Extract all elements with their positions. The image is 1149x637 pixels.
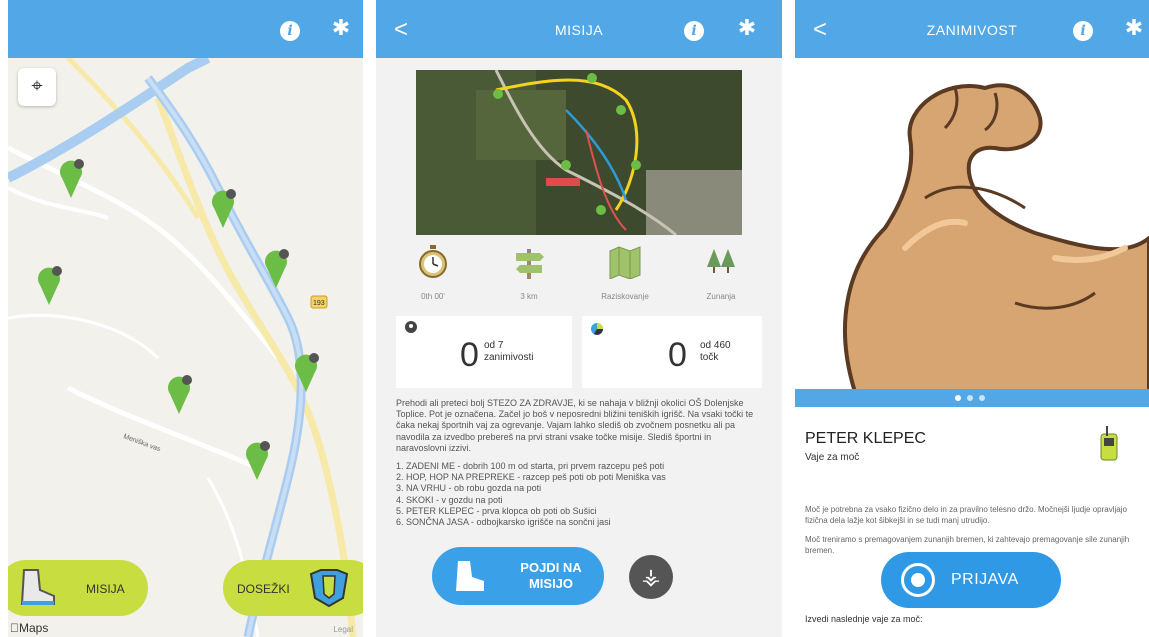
flexed-arm-icon — [843, 83, 1149, 394]
record-icon — [901, 563, 935, 597]
poi-of-line1: od 7 — [484, 340, 504, 351]
gear-icon[interactable]: ✱ — [736, 18, 758, 40]
top-bar: i ✱ — [8, 0, 363, 58]
go-to-mission-label: POJDI NA MISIJO — [520, 560, 582, 591]
map-pin[interactable] — [293, 352, 319, 392]
mission-label: MISIJA — [86, 582, 125, 596]
hiking-boot-icon — [20, 569, 55, 605]
badge-icon — [309, 569, 349, 608]
distance-label: 3 km — [520, 292, 538, 301]
duration-stat: 0th 00' — [388, 245, 478, 301]
mission-stats: 0th 00' 3 km Raziskovanje Zunanja — [376, 245, 782, 307]
map-pin[interactable] — [244, 440, 270, 480]
map-icon — [609, 246, 641, 280]
achievements-label: DOSEŽKI — [237, 582, 290, 596]
map-pin[interactable] — [58, 158, 84, 198]
location-stat: Zunanja — [676, 245, 766, 301]
signin-label: PRIJAVA — [951, 571, 1019, 588]
points-counter-card: 0 od 460 točk — [582, 316, 762, 388]
interest-screen: < ZANIMIVOST i ✱ PETER KLEPEC Vaje za mo… — [795, 0, 1149, 637]
mission-screen: < MISIJA i ✱ 0th 00' 3 km Raziskovanje Z… — [376, 0, 782, 637]
poi-icon — [405, 321, 417, 333]
interest-title: PETER KLEPEC — [805, 430, 926, 447]
points-count: 0 — [668, 336, 687, 374]
share-icon[interactable]: ⚶ — [629, 555, 673, 599]
gear-icon[interactable]: ✱ — [330, 18, 352, 40]
description-text: Prehodi ali preteci bolj STEZO ZA ZDRAVJ… — [396, 398, 754, 453]
stopwatch-icon — [419, 245, 447, 278]
checkpoint-list: 1. ZADENI ME - dobrih 100 m od starta, p… — [396, 461, 762, 528]
list-item: 3. NA VRHU - ob robu gozda na poti — [396, 483, 542, 494]
legal-link[interactable]: Legal — [333, 625, 353, 634]
maps-attribution: Maps — [10, 621, 48, 635]
signpost-icon — [516, 249, 544, 279]
mission-description: Prehodi ali preteci bolj STEZO ZA ZDRAVJ… — [396, 398, 762, 528]
list-item: 6. SONČNA JASA - odbojkarsko igrišče na … — [396, 517, 611, 528]
top-bar: < ZANIMIVOST i ✱ — [795, 0, 1149, 58]
points-of-line2: točk — [700, 352, 719, 363]
map-pin[interactable] — [210, 188, 236, 228]
poi-count: 0 — [460, 336, 479, 374]
type-stat: Raziskovanje — [580, 245, 670, 301]
poi-of-line2: zanimivosti — [484, 352, 534, 363]
description-paragraph: Moč je potrebna za vsako fizično delo in… — [805, 505, 1127, 525]
hiking-boot-icon — [456, 561, 484, 591]
list-item: 5. PETER KLEPEC - prva klopca ob poti ob… — [396, 505, 597, 516]
map-view[interactable]: Meniška vas 193 — [8, 53, 363, 637]
achievements-button[interactable]: DOSEŽKI — [223, 560, 363, 616]
crosshair-icon[interactable]: ⌖ — [18, 68, 56, 106]
audio-guide-icon[interactable] — [1093, 424, 1123, 464]
aerial-map[interactable] — [416, 70, 742, 235]
page-title: ZANIMIVOST — [926, 22, 1018, 38]
route-marker: 193 — [313, 300, 325, 307]
top-bar: < MISIJA i ✱ — [376, 0, 782, 58]
page-title: MISIJA — [554, 22, 604, 38]
list-item: 1. ZADENI ME - dobrih 100 m od starta, p… — [396, 461, 665, 472]
duration-label: 0th 00' — [421, 292, 445, 301]
location-label: Zunanja — [706, 292, 736, 301]
carousel-dot[interactable] — [955, 395, 961, 401]
go-to-mission-button[interactable]: POJDI NA MISIJO — [432, 547, 604, 605]
map-pin[interactable] — [166, 374, 192, 414]
type-label: Raziskovanje — [601, 292, 649, 301]
mission-button[interactable]: MISIJA — [8, 560, 148, 616]
distance-stat: 3 km — [484, 245, 574, 301]
map-pin[interactable] — [263, 248, 289, 288]
interest-subtitle: Vaje za moč — [805, 452, 860, 463]
signin-button[interactable]: PRIJAVA — [881, 552, 1061, 608]
poi-counter-card: 0 od 7 zanimivosti — [396, 316, 572, 388]
list-item: 4. SKOKI - v gozdu na poti — [396, 494, 503, 505]
carousel-dot[interactable] — [967, 395, 973, 401]
carousel-dot[interactable] — [979, 395, 985, 401]
road-label: Meniška vas — [122, 433, 161, 453]
trees-icon — [707, 249, 735, 273]
info-icon[interactable]: i — [280, 21, 300, 41]
map-canvas: Meniška vas 193 — [8, 53, 357, 637]
map-pin[interactable] — [36, 265, 62, 305]
interest-image — [795, 58, 1149, 394]
points-icon — [591, 323, 603, 335]
exercises-heading: Izvedi naslednje vaje za moč: — [805, 614, 923, 624]
info-icon[interactable]: i — [1073, 21, 1093, 41]
carousel-indicator[interactable] — [795, 389, 1149, 407]
list-item: 2. HOP, HOP NA PREPREKE - razcep peš pot… — [396, 472, 666, 483]
points-of-line1: od 460 — [700, 340, 731, 351]
map-screen: i ✱ Meniška vas 193 ⌖ MISIJA DOSEŽKI Map… — [8, 0, 363, 637]
gear-icon[interactable]: ✱ — [1123, 18, 1145, 40]
info-icon[interactable]: i — [684, 21, 704, 41]
